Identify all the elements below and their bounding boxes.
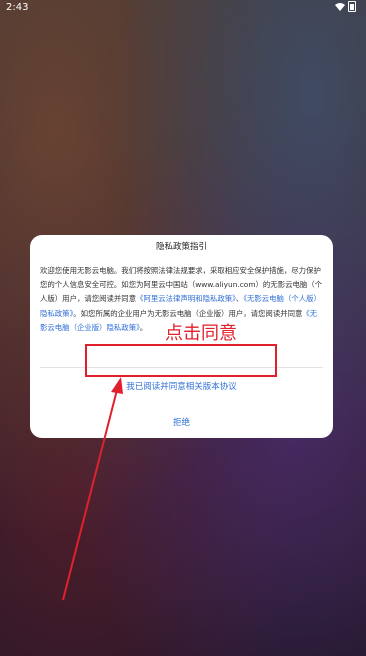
annotation-arrow xyxy=(62,377,123,601)
